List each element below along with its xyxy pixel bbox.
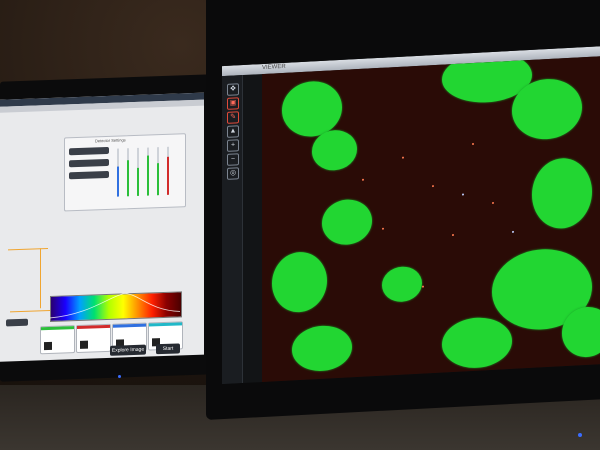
red-speck <box>432 185 434 188</box>
spectrum-curve <box>50 292 180 319</box>
red-speck <box>362 178 364 181</box>
red-speck <box>492 201 494 205</box>
red-speck <box>472 142 474 146</box>
left-screen: Detector Settings Explore Image Start 4:… <box>0 92 204 362</box>
light-path-line-bottom <box>10 309 50 313</box>
viewer-title: VIEWER <box>262 63 286 72</box>
fluorescence-image[interactable] <box>262 56 600 383</box>
red-speck <box>452 234 454 237</box>
detector-option-button[interactable] <box>69 170 109 180</box>
right-power-led <box>578 433 582 437</box>
slider-6[interactable] <box>167 146 169 195</box>
green-cell-region <box>322 198 372 246</box>
viewer-tool-column: ✥ ▣ ✎ ▲ + − ◎ <box>222 75 243 385</box>
slider-5[interactable] <box>157 147 159 196</box>
slider-1[interactable] <box>117 148 119 197</box>
green-cell-region <box>312 129 357 172</box>
left-monitor: Detector Settings Explore Image Start 4:… <box>0 74 212 382</box>
draw-tool-icon[interactable]: ✎ <box>227 111 239 124</box>
light-path-line-vertical <box>40 248 41 309</box>
laser-button[interactable] <box>6 318 28 327</box>
detector-panel: Detector Settings <box>64 133 186 212</box>
explore-image-button[interactable]: Explore Image <box>110 344 146 356</box>
select-tool-icon[interactable]: ▲ <box>227 125 239 138</box>
start-button[interactable]: Start <box>156 343 180 355</box>
left-power-led <box>118 375 121 378</box>
detector-mode-button[interactable] <box>69 158 109 168</box>
zoom-out-icon[interactable]: − <box>227 153 239 166</box>
green-cell-region <box>382 265 422 303</box>
zoom-in-icon[interactable]: + <box>227 139 239 152</box>
green-cell-region <box>292 324 352 373</box>
green-cell-region <box>272 250 327 314</box>
green-cell-region <box>282 79 342 139</box>
green-cell-region <box>442 315 512 370</box>
measure-tool-icon[interactable]: ◎ <box>227 167 239 180</box>
channel-card[interactable] <box>76 323 111 354</box>
blue-speck <box>462 193 464 196</box>
detector-panel-title: Detector Settings <box>95 137 126 144</box>
slider-3[interactable] <box>137 147 139 196</box>
pan-tool-icon[interactable]: ✥ <box>227 83 239 96</box>
slider-4[interactable] <box>147 147 149 196</box>
light-path-line <box>8 248 48 251</box>
red-speck <box>402 156 404 159</box>
right-screen: VIEWER ✥ ▣ ✎ ▲ + − ◎ <box>222 46 600 385</box>
red-speck <box>382 227 384 230</box>
green-cell-region <box>532 156 592 230</box>
taskbar-clock: 4:23 PM <box>168 355 180 360</box>
right-monitor: VIEWER ✥ ▣ ✎ ▲ + − ◎ <box>206 0 600 420</box>
red-speck <box>422 285 424 288</box>
blue-speck <box>512 230 514 233</box>
channel-card[interactable] <box>40 325 75 355</box>
crop-tool-icon[interactable]: ▣ <box>227 97 239 110</box>
slider-2[interactable] <box>127 148 129 197</box>
detector-dropdown[interactable] <box>69 146 109 156</box>
